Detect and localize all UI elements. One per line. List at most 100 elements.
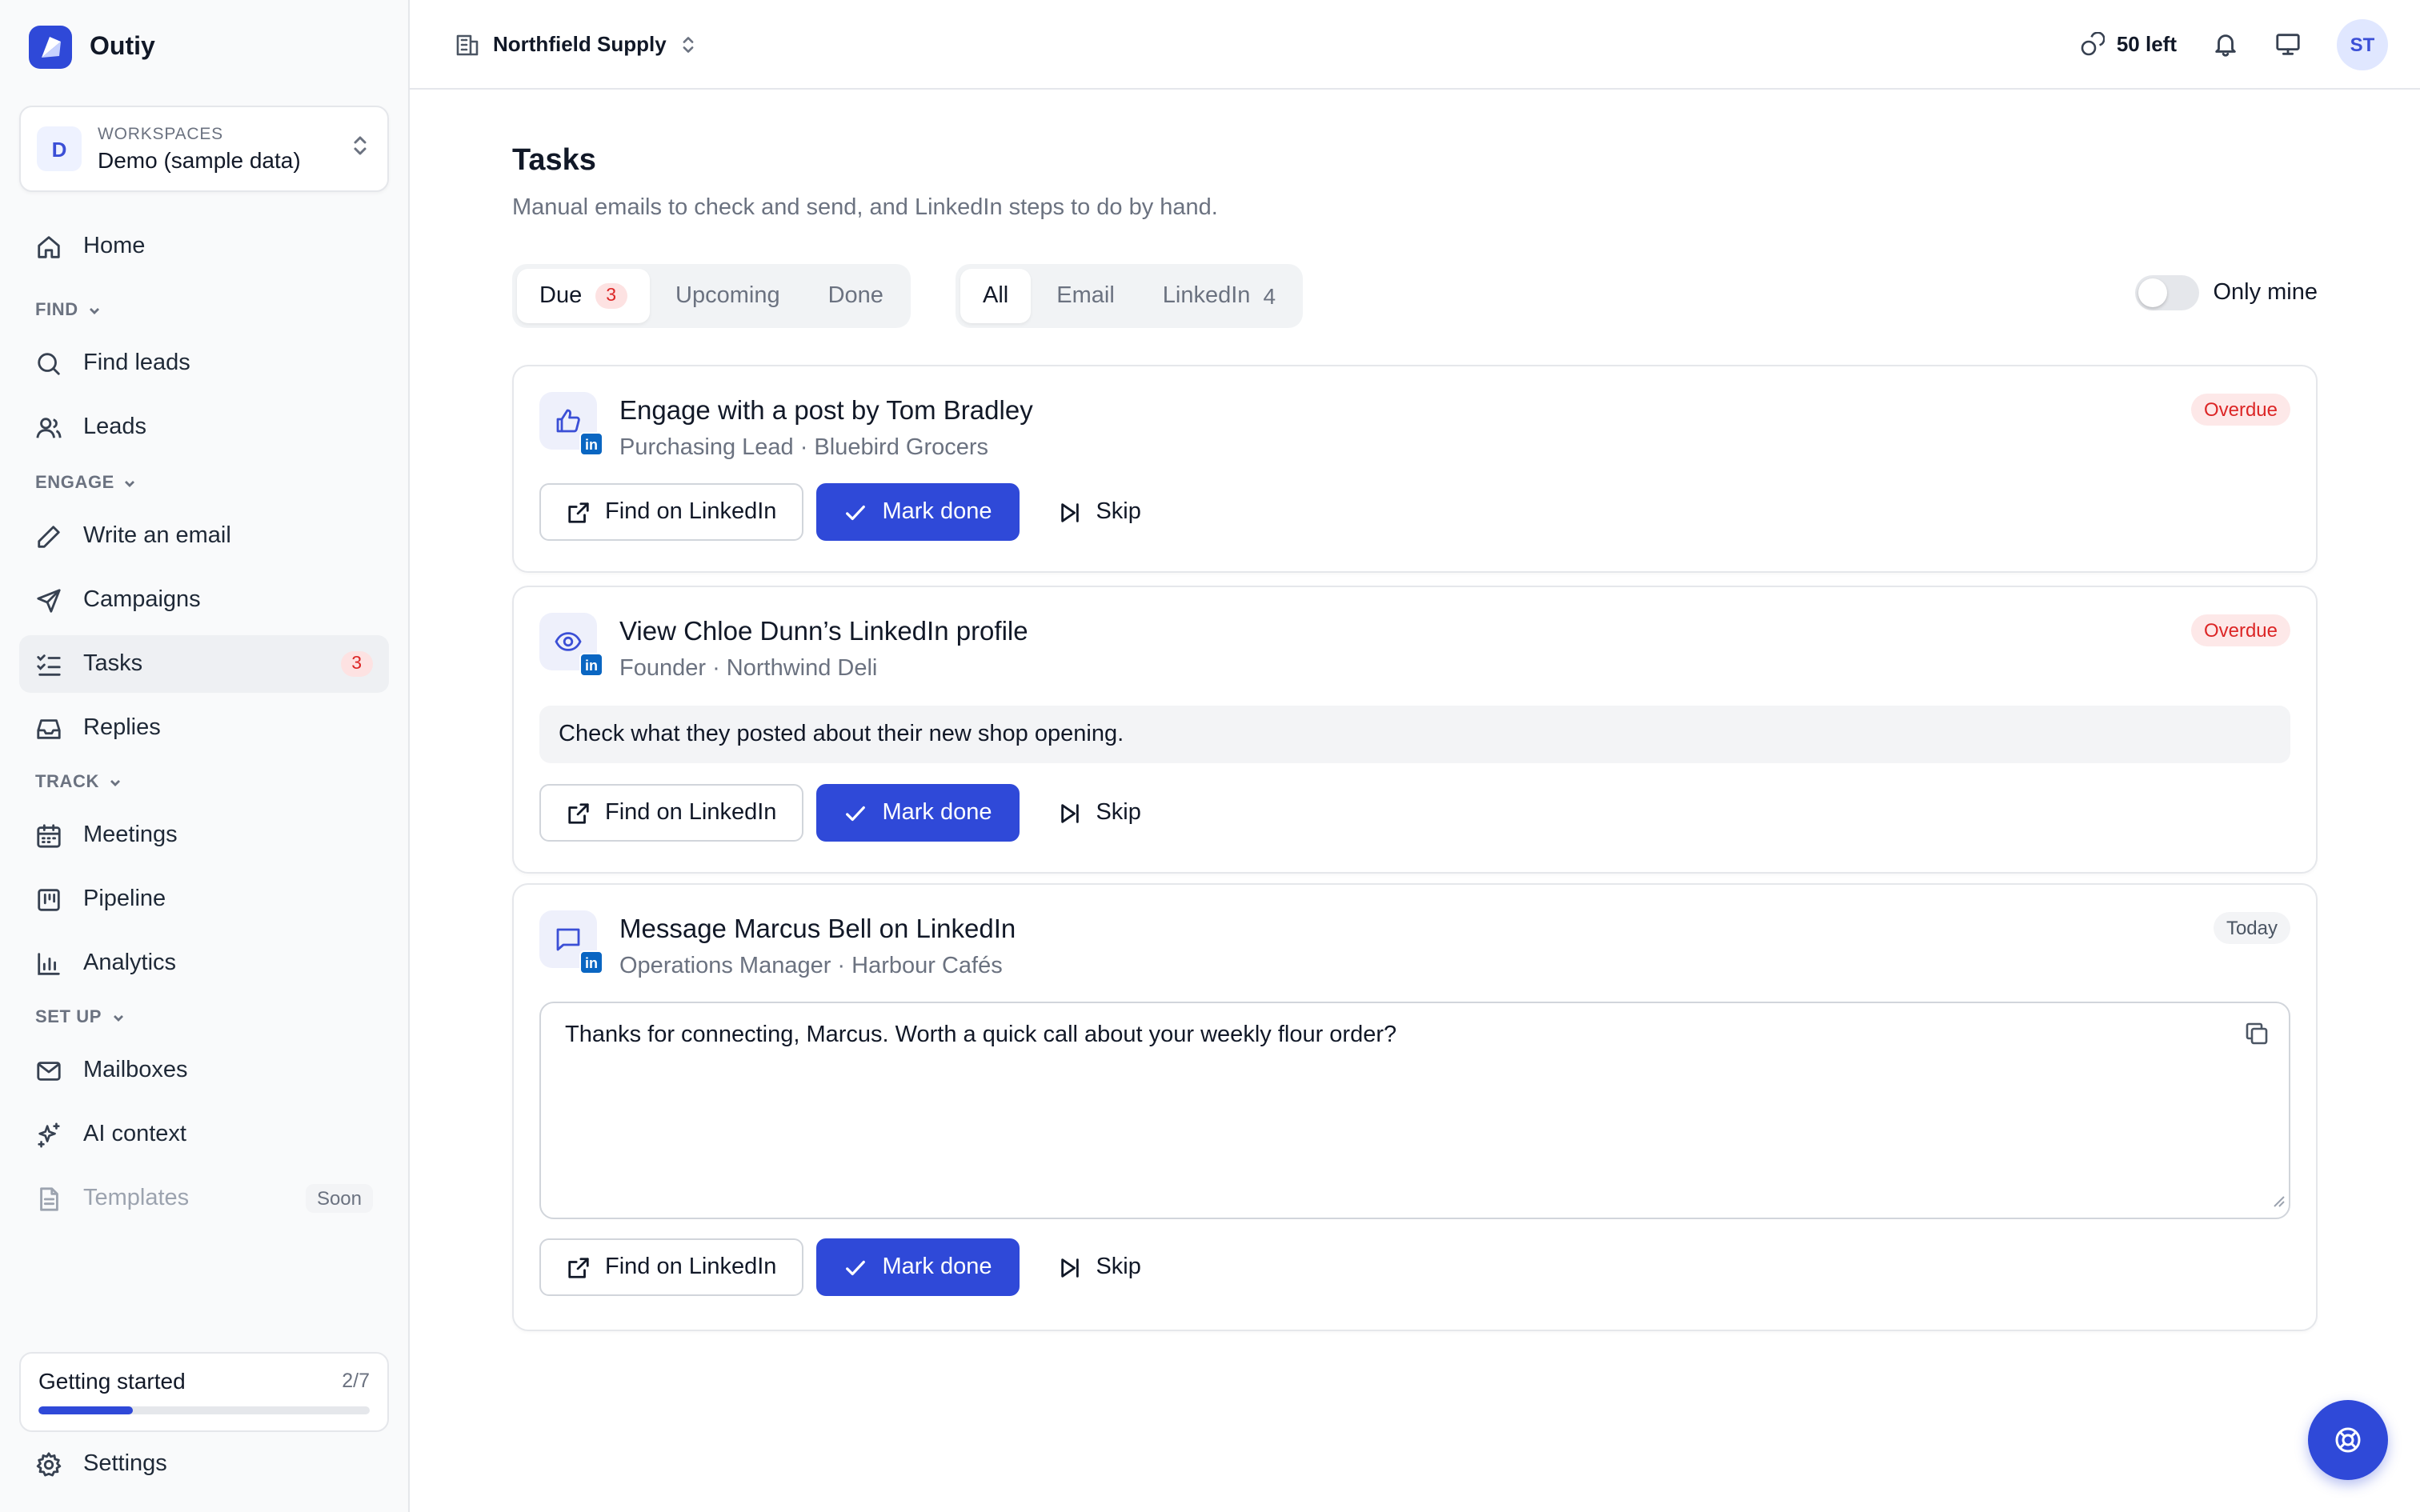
find-on-linkedin-button[interactable]: Find on LinkedIn xyxy=(539,1238,804,1296)
sidebar-item-write-email[interactable]: Write an email xyxy=(19,507,389,565)
life-buoy-icon xyxy=(2335,1427,2361,1453)
org-switcher[interactable]: Northfield Supply xyxy=(455,31,699,57)
nav-section-track[interactable]: TRACK xyxy=(19,766,389,798)
linkedin-badge-icon: in xyxy=(579,653,603,677)
workspace-caption: WORKSPACES xyxy=(98,125,223,144)
sidebar: Outiy D WORKSPACES Demo (sample data) Ho… xyxy=(0,0,410,1512)
message-icon xyxy=(556,928,580,951)
external-link-icon xyxy=(568,1257,589,1278)
home-icon xyxy=(38,235,60,258)
sidebar-item-find-leads[interactable]: Find leads xyxy=(19,334,389,392)
tasks-count-badge: 3 xyxy=(340,651,373,677)
credits-text: 50 left xyxy=(2116,32,2177,56)
credits-indicator[interactable]: 50 left xyxy=(2080,31,2177,57)
button-label: Mark done xyxy=(882,1254,992,1280)
page-title: Tasks xyxy=(512,144,596,178)
sidebar-item-meetings[interactable]: Meetings xyxy=(19,806,389,864)
button-label: Skip xyxy=(1096,800,1141,826)
workspace-avatar: D xyxy=(37,126,82,171)
main-area: Northfield Supply 50 left ST Tasks Manua… xyxy=(410,0,2420,1512)
workspace-switcher[interactable]: D WORKSPACES Demo (sample data) xyxy=(19,106,389,192)
sidebar-item-campaigns[interactable]: Campaigns xyxy=(19,571,389,629)
topbar: Northfield Supply 50 left ST xyxy=(410,0,2420,90)
sidebar-item-analytics[interactable]: Analytics xyxy=(19,934,389,992)
mark-done-button[interactable]: Mark done xyxy=(816,1238,1020,1296)
status-badge: Overdue xyxy=(2190,394,2290,426)
task-card: in View Chloe Dunn’s LinkedIn profile Fo… xyxy=(512,586,2318,874)
users-icon xyxy=(36,417,62,438)
file-text-icon xyxy=(40,1186,58,1210)
coins-icon xyxy=(2081,31,2105,55)
nav-engage: ENGAGE Write an email Campaigns Tasks 3 xyxy=(19,467,389,757)
nav-primary: Home xyxy=(19,218,389,275)
resize-handle-icon[interactable] xyxy=(2271,1189,2286,1214)
chevron-down-icon xyxy=(113,1015,123,1022)
sidebar-item-home[interactable]: Home xyxy=(19,218,389,275)
status-filter: Due 3 Upcoming Done xyxy=(512,264,911,328)
sidebar-item-settings[interactable]: Settings xyxy=(19,1435,389,1493)
button-label: Find on LinkedIn xyxy=(605,499,777,525)
inbox-icon xyxy=(37,718,61,738)
sidebar-item-pipeline[interactable]: Pipeline xyxy=(19,870,389,928)
chevron-down-icon xyxy=(110,780,120,786)
copy-button[interactable] xyxy=(2244,1021,2270,1053)
mark-done-button[interactable]: Mark done xyxy=(816,784,1020,842)
notifications-button[interactable] xyxy=(2212,30,2239,58)
tab-all[interactable]: All xyxy=(960,269,1032,323)
tab-email[interactable]: Email xyxy=(1034,269,1137,323)
mark-done-button[interactable]: Mark done xyxy=(816,483,1020,541)
task-note: Check what they posted about their new s… xyxy=(539,706,2290,763)
sidebar-item-label: Settings xyxy=(83,1451,167,1477)
tab-linkedin[interactable]: LinkedIn 4 xyxy=(1140,269,1298,323)
getting-started-progress xyxy=(38,1406,370,1414)
gear-icon xyxy=(36,1451,62,1476)
button-label: Skip xyxy=(1096,1254,1141,1280)
sidebar-item-label: Leads xyxy=(83,414,147,440)
find-on-linkedin-button[interactable]: Find on LinkedIn xyxy=(539,483,804,541)
skip-button[interactable]: Skip xyxy=(1032,1238,1166,1296)
thumbs-up-icon xyxy=(556,409,580,433)
button-label: Find on LinkedIn xyxy=(605,1254,777,1280)
message-text: Thanks for connecting, Marcus. Worth a q… xyxy=(565,1022,1397,1048)
nav-section-find[interactable]: FIND xyxy=(19,294,389,326)
task-actions: Find on LinkedIn Mark done Skip xyxy=(539,1238,1167,1296)
sidebar-item-ai-context[interactable]: AI context xyxy=(19,1106,389,1163)
help-button[interactable] xyxy=(2308,1400,2388,1480)
task-card: in Engage with a post by Tom Bradley Pur… xyxy=(512,365,2318,573)
chevron-up-down-icon xyxy=(683,36,695,52)
sidebar-item-mailboxes[interactable]: Mailboxes xyxy=(19,1042,389,1099)
sidebar-item-tasks[interactable]: Tasks 3 xyxy=(19,635,389,693)
sidebar-item-label: Write an email xyxy=(83,523,231,549)
bell-icon xyxy=(2215,34,2236,57)
tab-done[interactable]: Done xyxy=(806,269,906,323)
nav-section-engage[interactable]: ENGAGE xyxy=(19,467,389,499)
tab-label: Done xyxy=(827,283,883,309)
sidebar-item-replies[interactable]: Replies xyxy=(19,699,389,757)
user-avatar[interactable]: ST xyxy=(2337,18,2388,70)
display-button[interactable] xyxy=(2274,30,2302,58)
only-mine-toggle[interactable] xyxy=(2134,275,2199,310)
getting-started-card[interactable]: Getting started 2/7 xyxy=(19,1352,389,1432)
tab-upcoming[interactable]: Upcoming xyxy=(653,269,803,323)
skip-button[interactable]: Skip xyxy=(1032,784,1166,842)
task-type-icon: in xyxy=(539,910,603,974)
message-textarea[interactable]: Thanks for connecting, Marcus. Worth a q… xyxy=(539,1002,2290,1219)
skip-forward-icon xyxy=(1060,803,1079,822)
sidebar-item-label: Tasks xyxy=(83,651,143,677)
progress-fill xyxy=(38,1406,134,1414)
nav-find: FIND Find leads Leads xyxy=(19,294,389,456)
chevron-down-icon xyxy=(89,308,99,314)
brand[interactable]: Outiy xyxy=(29,26,155,69)
org-name: Northfield Supply xyxy=(493,32,667,56)
nav-section-setup[interactable]: SET UP xyxy=(19,1002,389,1034)
building-icon xyxy=(456,34,479,55)
sidebar-item-label: Templates xyxy=(83,1186,190,1211)
tab-due[interactable]: Due 3 xyxy=(517,269,651,323)
find-on-linkedin-button[interactable]: Find on LinkedIn xyxy=(539,784,804,842)
calendar-icon xyxy=(37,823,61,847)
skip-button[interactable]: Skip xyxy=(1032,483,1166,541)
sidebar-item-leads[interactable]: Leads xyxy=(19,398,389,456)
task-subtitle: Purchasing Lead · Bluebird Grocers xyxy=(619,435,989,461)
section-label: FIND xyxy=(35,301,78,320)
button-label: Find on LinkedIn xyxy=(605,800,777,826)
